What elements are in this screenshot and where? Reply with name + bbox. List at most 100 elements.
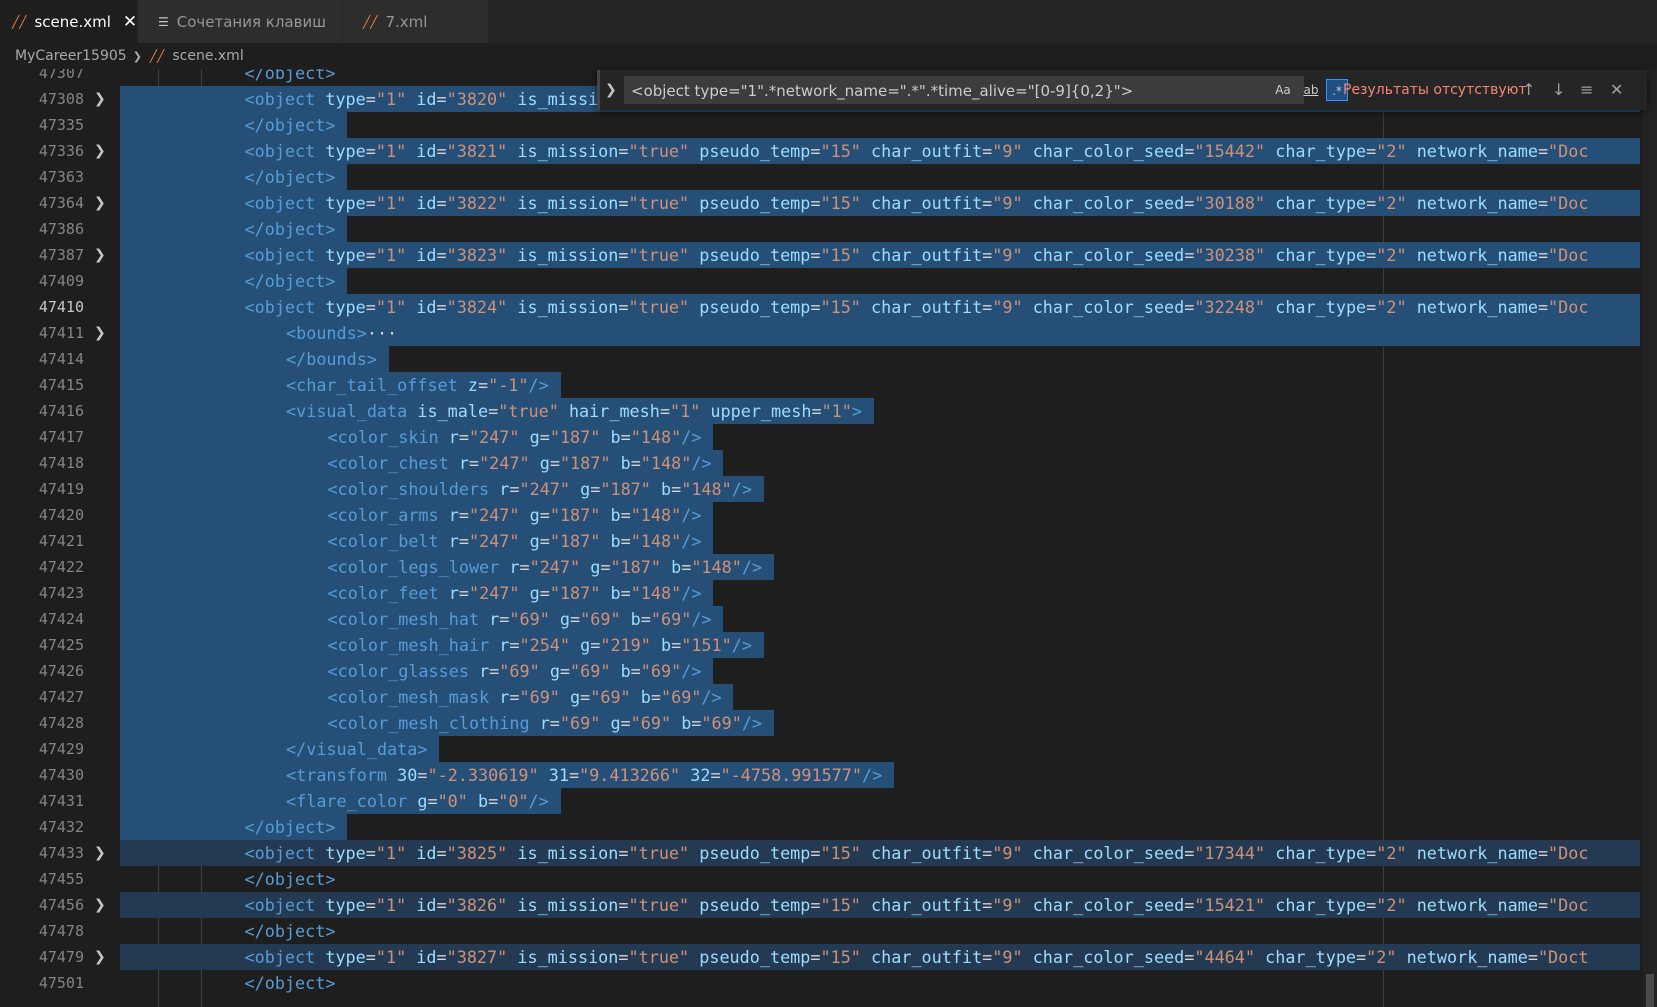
find-in-selection-icon[interactable]: ≡: [1580, 70, 1593, 110]
find-input[interactable]: <object type="1".*network_name=".*".*tim…: [624, 76, 1304, 104]
fold-chevron-icon[interactable]: ❯: [94, 840, 106, 866]
fold-chevron-icon[interactable]: ❯: [94, 944, 106, 970]
code-line[interactable]: 47426 <color_glasses r="69" g="69" b="69"…: [0, 658, 1640, 684]
code-line[interactable]: 47427 <color_mesh_mask r="69" g="69" b="6…: [0, 684, 1640, 710]
xml-value: "32248": [1194, 297, 1266, 317]
xml-tag: object: [254, 895, 316, 915]
code-text: <bounds>···: [286, 320, 397, 346]
code-token: =: [436, 193, 447, 213]
code-line[interactable]: 47417 <color_skin r="247" g="187" b="148"…: [0, 424, 1640, 450]
code-line[interactable]: 47432 </object>: [0, 814, 1640, 840]
xml-tag: <: [327, 583, 338, 603]
code-text: <color_arms r="247" g="187" b="148"/>: [328, 502, 702, 528]
code-editor[interactable]: 47307 </object> 47308 ❯ <object type="1" id=…: [0, 69, 1657, 1007]
xml-tag: object: [254, 89, 316, 109]
code-line[interactable]: 47422 <color_legs_lower r="247" g="187" b…: [0, 554, 1640, 580]
code-line[interactable]: 47418 <color_chest r="247" g="187" b="148…: [0, 450, 1640, 476]
xml-value: "Doc: [1548, 297, 1589, 317]
code-line[interactable]: 47419 <color_shoulders r="247" g="187" b=…: [0, 476, 1640, 502]
xml-tag: color_belt: [337, 531, 439, 551]
code-line[interactable]: 47416 <visual_data is_male="true" hair_me…: [0, 398, 1640, 424]
line-number: 47431: [38, 792, 84, 810]
code-line[interactable]: 47433 ❯ <object type="1" id="3825" is_miss…: [0, 840, 1640, 866]
fold-chevron-icon[interactable]: ❯: [94, 138, 106, 164]
fold-chevron-icon[interactable]: ❯: [94, 892, 106, 918]
code-text: </object>: [245, 970, 336, 996]
code-line[interactable]: 47420 <color_arms r="247" g="187" b="148"…: [0, 502, 1640, 528]
code-token: =: [436, 843, 447, 863]
code-text: <flare_color g="0" b="0"/>: [286, 788, 549, 814]
find-widget: ❯ <object type="1".*network_name=".*".*t…: [597, 70, 1647, 110]
code-line[interactable]: 47387 ❯ <object type="1" id="3823" is_miss…: [0, 242, 1640, 268]
xml-tag: color_arms: [337, 505, 439, 525]
code-line[interactable]: 47430 <transform 30="-2.330619" 31="9.413…: [0, 762, 1640, 788]
code-line[interactable]: 47421 <color_belt r="247" g="187" b="148"…: [0, 528, 1640, 554]
code-line[interactable]: 47424 <color_mesh_hat r="69" g="69" b="69…: [0, 606, 1640, 632]
xml-attribute: network_name: [1406, 947, 1528, 967]
toggle-replace-icon[interactable]: ❯: [605, 70, 617, 110]
code-line[interactable]: 47411 ❯ <bounds>···: [0, 320, 1640, 346]
code-token: =: [1366, 895, 1377, 915]
tab-keyboard-shortcuts[interactable]: ☰ Сочетания клавиш: [138, 0, 343, 43]
xml-value: "187": [549, 505, 601, 525]
xml-tag: color_feet: [337, 583, 439, 603]
xml-tag: />: [681, 505, 702, 525]
code-line[interactable]: 47423 <color_feet r="247" g="187" b="148"…: [0, 580, 1640, 606]
code-line[interactable]: 47409 </object>: [0, 268, 1640, 294]
code-line[interactable]: 47478 </object>: [0, 918, 1640, 944]
tab-7-xml[interactable]: ╱╱ 7.xml: [343, 0, 489, 43]
breadcrumb-folder[interactable]: MyCareer15905: [15, 48, 127, 64]
code-line[interactable]: 47425 <color_mesh_hair r="254" g="219" b=…: [0, 632, 1640, 658]
code-line[interactable]: 47479 ❯ <object type="1" id="3827" is_miss…: [0, 944, 1640, 970]
xml-tag: object: [264, 115, 326, 135]
code-line[interactable]: 47429 </visual_data>: [0, 736, 1640, 762]
code-line[interactable]: 47456 ❯ <object type="1" id="3826" is_miss…: [0, 892, 1640, 918]
code-text: <object type="1" id="3827" is_mission="t…: [245, 944, 1589, 970]
xml-tag: />: [741, 557, 763, 577]
code-text: <color_glasses r="69" g="69" b="69"/>: [328, 658, 702, 684]
tab-scene-xml[interactable]: ╱╱ scene.xml ✕: [0, 0, 138, 43]
code-token: =: [436, 245, 447, 265]
code-line[interactable]: 47455 </object>: [0, 866, 1640, 892]
xml-attribute: upper_mesh: [710, 401, 812, 421]
code-line[interactable]: 47335 </object>: [0, 112, 1640, 138]
fold-chevron-icon[interactable]: ❯: [94, 242, 106, 268]
code-line[interactable]: 47431 <flare_color g="0" b="0"/>: [0, 788, 1640, 814]
code-token: =: [1366, 297, 1377, 317]
code-text: </object>: [245, 918, 336, 944]
close-icon[interactable]: ✕: [1610, 70, 1623, 110]
code-line[interactable]: 47415 <char_tail_offset z="-1"/>: [0, 372, 1640, 398]
xml-tag: transform: [296, 765, 388, 785]
fold-chevron-icon[interactable]: ❯: [94, 86, 106, 112]
xml-attribute: id: [416, 245, 437, 265]
xml-tag: </: [244, 973, 265, 993]
arrow-up-icon[interactable]: ↑: [1522, 70, 1535, 110]
code-line[interactable]: 47501 </object>: [0, 970, 1640, 996]
fold-chevron-icon[interactable]: ❯: [94, 320, 106, 346]
code-token: =: [458, 583, 469, 603]
code-line[interactable]: 47364 ❯ <object type="1" id="3822" is_miss…: [0, 190, 1640, 216]
fold-chevron-icon[interactable]: ❯: [94, 190, 106, 216]
arrow-down-icon[interactable]: ↓: [1552, 70, 1565, 110]
code-line[interactable]: 47428 <color_mesh_clothing r="69" g="69" …: [0, 710, 1640, 736]
code-token: =: [982, 193, 993, 213]
close-icon[interactable]: ✕: [123, 12, 137, 32]
code-token: =: [539, 505, 550, 525]
line-number: 47456: [38, 896, 84, 914]
code-line[interactable]: 47410 <object type="1" id="3824" is_missi…: [0, 294, 1640, 320]
match-whole-word-button[interactable]: ab: [1300, 79, 1322, 101]
vertical-scrollbar[interactable]: [1643, 69, 1657, 1007]
code-line[interactable]: 47414 </bounds>: [0, 346, 1640, 372]
breadcrumb-file[interactable]: scene.xml: [172, 48, 243, 64]
code-line[interactable]: 47336 ❯ <object type="1" id="3821" is_miss…: [0, 138, 1640, 164]
line-number: 47363: [38, 168, 84, 186]
scrollbar-thumb[interactable]: [1646, 974, 1654, 1007]
xml-attribute: pseudo_temp: [699, 843, 811, 863]
code-line[interactable]: 47386 </object>: [0, 216, 1640, 242]
match-case-button[interactable]: Aa: [1272, 79, 1294, 101]
code-line[interactable]: 47363 </object>: [0, 164, 1640, 190]
